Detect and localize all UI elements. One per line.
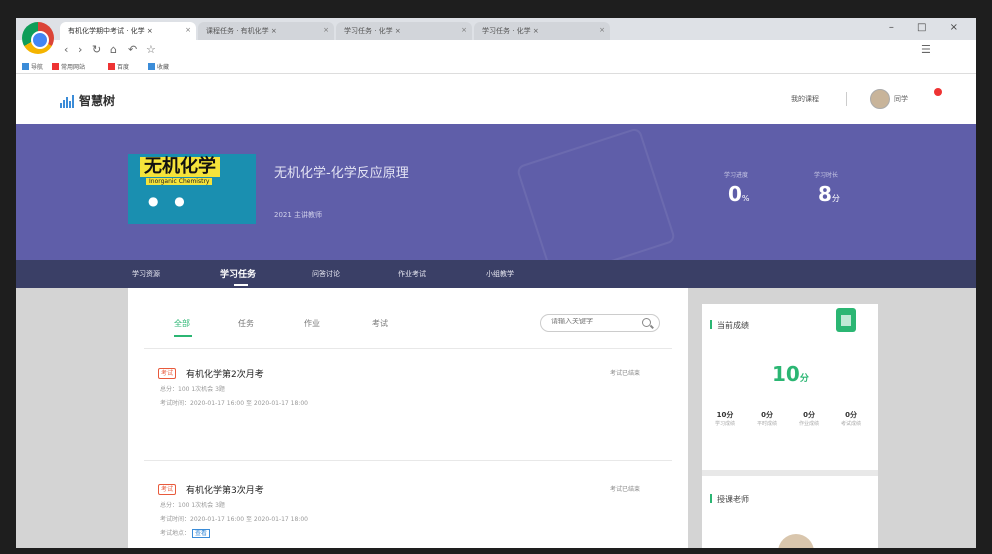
- home-icon[interactable]: ⌂: [110, 43, 117, 56]
- side-divider: [702, 470, 878, 476]
- tab-label: 有机化学期中考试 · 化学 ×: [68, 27, 153, 35]
- reload-icon[interactable]: ↻: [92, 43, 101, 56]
- tab-label: 课程任务 · 有机化学 ×: [206, 27, 277, 35]
- bookmark-item[interactable]: 百度: [108, 62, 129, 71]
- header-divider: [846, 92, 847, 106]
- close-icon[interactable]: ×: [323, 26, 329, 34]
- task-title[interactable]: 有机化学第3次月考: [186, 483, 264, 496]
- browser-tab[interactable]: 学习任务 · 化学 × ×: [336, 22, 472, 40]
- stat-value: 0%: [728, 182, 750, 206]
- course-banner: 无机化学 Inorganic Chemistry ● ● 无机化学-化学反应原理…: [16, 124, 976, 282]
- bookmark-item[interactable]: 收藏: [148, 62, 169, 71]
- task-title[interactable]: 有机化学第2次月考: [186, 367, 264, 380]
- exam-badge: 考试: [158, 484, 177, 495]
- logo-text: 智慧树: [79, 94, 116, 108]
- task-list-card: 全部 任务 作业 考试 考试 有机化学第2次月考 总分：100 1次机会 3题 …: [128, 288, 688, 548]
- current-score: 10分: [772, 362, 809, 386]
- tab-group-teaching[interactable]: 小组教学: [486, 269, 514, 279]
- window-controls[interactable]: – □ ×: [889, 22, 968, 33]
- cover-subtitle: Inorganic Chemistry: [146, 178, 213, 185]
- star-icon[interactable]: ☆: [146, 43, 156, 56]
- tab-label: 学习任务 · 化学 ×: [482, 27, 539, 35]
- divider: [144, 460, 672, 461]
- username[interactable]: 同学: [894, 94, 908, 104]
- stat-label: 学习时长: [814, 172, 839, 179]
- history-back-icon[interactable]: ↶: [128, 43, 137, 56]
- filter-tab-all[interactable]: 全部: [174, 318, 190, 329]
- tab-bar: 有机化学期中考试 · 化学 × × 课程任务 · 有机化学 × × 学习任务 · 化…: [16, 18, 976, 40]
- url-field[interactable]: [191, 44, 751, 57]
- browser-tab[interactable]: 课程任务 · 有机化学 × ×: [198, 22, 334, 40]
- tab-homework-exams[interactable]: 作业考试: [398, 269, 426, 279]
- task-item[interactable]: 考试 有机化学第2次月考 总分：100 1次机会 3题 考试时间：2020-01…: [148, 368, 668, 454]
- task-status: 考试已结束: [610, 486, 641, 493]
- task-status: 考试已结束: [610, 370, 641, 377]
- avatar[interactable]: [870, 89, 890, 109]
- filter-tab-indicator: [174, 335, 192, 337]
- bookmark-item[interactable]: 导航: [22, 62, 43, 71]
- site-logo[interactable]: 智慧树: [60, 92, 115, 109]
- back-icon[interactable]: ‹: [64, 43, 68, 56]
- logo-bars-icon: [60, 94, 75, 108]
- address-bar: ‹ › ↻ ⌂ ↶ ☆ ☰: [16, 40, 976, 60]
- mini-stat: 10分 学习成绩: [714, 411, 735, 427]
- notification-icon[interactable]: [934, 88, 942, 96]
- chrome-logo-icon: [22, 22, 54, 54]
- exam-badge: 考试: [158, 368, 177, 379]
- bookmark-item[interactable]: 常用网站: [52, 62, 85, 71]
- close-icon[interactable]: ×: [599, 26, 605, 34]
- clipboard-icon: [836, 308, 856, 332]
- score-card: 当前成绩 10分 10分 学习成绩 0分 平时成绩 0分 作业成绩 0分 考试成…: [702, 304, 878, 548]
- bookmarks-bar: 导航 常用网站 百度 收藏: [16, 60, 976, 74]
- browser-tab[interactable]: 有机化学期中考试 · 化学 × ×: [60, 22, 196, 40]
- cover-molecule-icon: ● ●: [148, 194, 191, 208]
- book-decoration: [515, 126, 677, 282]
- task-time: 考试时间：2020-01-17 16:00 至 2020-01-17 18:00: [160, 400, 308, 407]
- search-icon[interactable]: [642, 318, 651, 327]
- close-icon[interactable]: ×: [461, 26, 467, 34]
- divider: [144, 348, 672, 349]
- tab-learning-resources[interactable]: 学习资源: [132, 269, 160, 279]
- course-teacher: 2021 主讲教师: [274, 211, 323, 219]
- filter-tab-task[interactable]: 任务: [238, 318, 254, 329]
- view-link[interactable]: 查看: [191, 529, 210, 538]
- mini-stat: 0分 考试成绩: [840, 411, 861, 427]
- search-box: [540, 314, 660, 332]
- teacher-heading: 授课老师: [710, 494, 749, 505]
- task-meta: 总分：100 1次机会 3题: [160, 502, 225, 509]
- my-course-link[interactable]: 我的课程: [791, 94, 819, 104]
- mini-stat: 0分 作业成绩: [798, 411, 819, 427]
- task-location: 考试地点： 查看: [160, 528, 210, 538]
- mini-stat: 0分 平时成绩: [756, 411, 777, 427]
- course-nav: 学习资源 学习任务 问答讨论 作业考试 小组教学: [16, 260, 976, 288]
- current-score-heading: 当前成绩: [710, 320, 749, 331]
- close-icon[interactable]: ×: [185, 26, 191, 34]
- course-cover: 无机化学 Inorganic Chemistry ● ●: [128, 154, 256, 224]
- task-meta: 总分：100 1次机会 3题: [160, 386, 225, 393]
- task-item[interactable]: 考试 有机化学第3次月考 总分：100 1次机会 3题 考试时间：2020-01…: [148, 484, 668, 548]
- browser-tab[interactable]: 学习任务 · 化学 × ×: [474, 22, 610, 40]
- stat-value: 8分: [818, 182, 840, 206]
- forward-icon[interactable]: ›: [78, 43, 82, 56]
- tab-label: 学习任务 · 化学 ×: [344, 27, 401, 35]
- stat-label: 学习进度: [724, 172, 749, 179]
- task-time: 考试时间：2020-01-17 16:00 至 2020-01-17 18:00: [160, 516, 308, 523]
- tab-learning-tasks[interactable]: 学习任务: [220, 267, 256, 280]
- extension-icon[interactable]: ☰: [921, 43, 931, 56]
- search-input[interactable]: [551, 318, 631, 325]
- active-tab-indicator: [234, 284, 248, 286]
- tab-qa-discussion[interactable]: 问答讨论: [312, 269, 340, 279]
- browser-window: 有机化学期中考试 · 化学 × × 课程任务 · 有机化学 × × 学习任务 · 化…: [16, 18, 976, 548]
- course-title: 无机化学-化学反应原理: [274, 166, 409, 181]
- site-header: 智慧树 我的课程 同学: [16, 74, 976, 124]
- filter-tab-exam[interactable]: 考试: [372, 318, 388, 329]
- cover-title: 无机化学: [140, 157, 220, 177]
- filter-tab-homework[interactable]: 作业: [304, 318, 320, 329]
